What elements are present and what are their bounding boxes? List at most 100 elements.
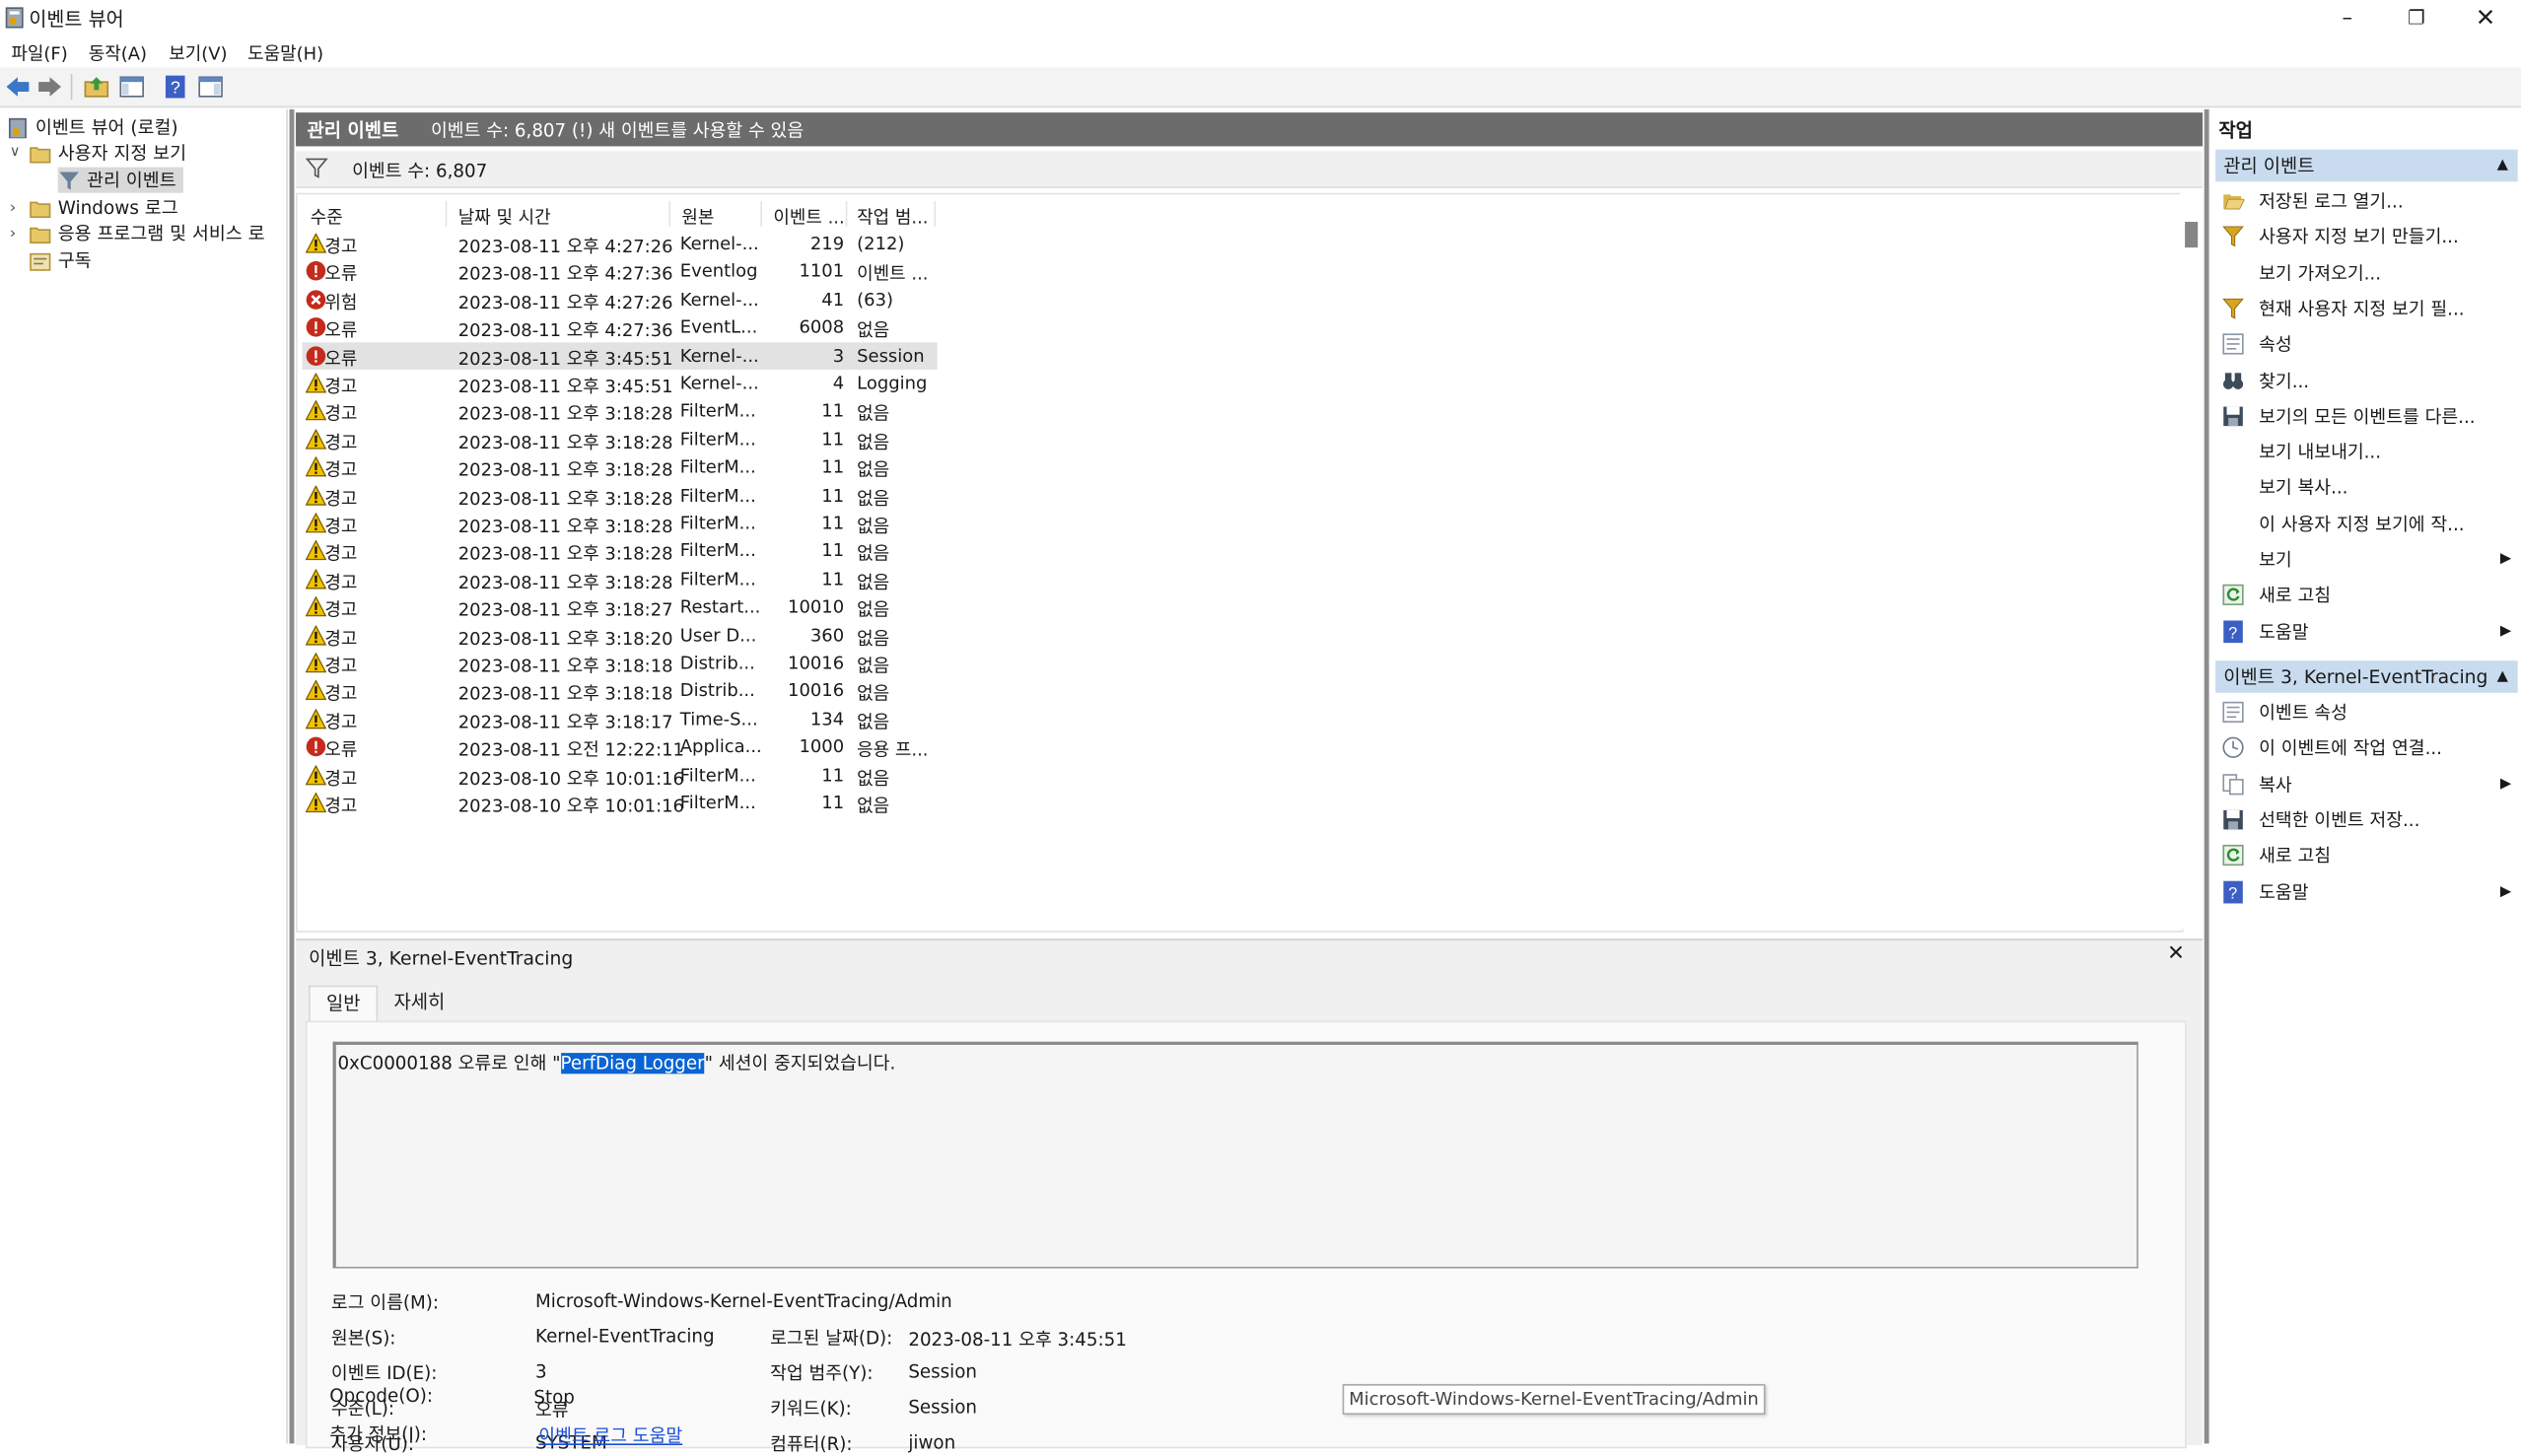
folder-up-icon [84, 77, 109, 98]
title-bar: 이벤트 뷰어 – ❐ ✕ [0, 0, 2521, 35]
action-items1-5[interactable]: 찾기... [2215, 364, 2518, 396]
table-row[interactable]: 경고 2023-08-11 오후 3:18:18 Distrib... 10016 없음 [303, 677, 938, 705]
tree-item-subscriptions[interactable]: 구독 [29, 247, 92, 273]
scrollbar-thumb[interactable] [2185, 222, 2199, 248]
column-header-level[interactable]: 수준 [311, 204, 343, 230]
show-hide-tree-button[interactable] [117, 72, 146, 101]
grid-scrollbar[interactable] [2180, 192, 2204, 930]
section-selected-event[interactable]: 이벤트 3, Kernel-EventTracing ▲ [2215, 660, 2518, 693]
table-row[interactable]: 오류 2023-08-11 오후 4:27:36 EventL... 6008 없음 [303, 313, 938, 341]
table-row[interactable]: 경고 2023-08-11 오후 3:18:28 FilterM... 11 없음 [303, 482, 938, 509]
column-header-datetime[interactable]: 날짜 및 시간 [458, 204, 551, 230]
menu-help[interactable]: 도움말(H) [247, 40, 323, 66]
tree-item-admin-events[interactable]: 관리 이벤트 [57, 167, 183, 193]
menu-file[interactable]: 파일(F) [11, 40, 67, 66]
table-row[interactable]: 오류 2023-08-11 오후 4:27:36 Eventlog 1101 이벤트 .… [303, 258, 938, 285]
table-row[interactable]: 경고 2023-08-11 오후 3:18:17 Time-S... 134 없음 [303, 706, 938, 733]
table-row[interactable]: 경고 2023-08-11 오후 3:18:28 FilterM... 11 없음 [303, 537, 938, 565]
window-title: 이벤트 뷰어 [29, 8, 124, 31]
column-header-task[interactable]: 작업 범... [857, 204, 928, 230]
chevron-right-icon: › [9, 198, 17, 217]
action-items1-3[interactable]: 현재 사용자 지정 보기 필... [2215, 293, 2518, 325]
task-value[interactable]: Session [908, 1361, 977, 1382]
help-toolbar-button[interactable]: ? [161, 72, 189, 101]
show-action-pane-button[interactable] [196, 72, 225, 101]
action-items1-0[interactable]: 저장된 로그 열기... [2215, 185, 2518, 218]
action-items2-2[interactable]: 복사 ▶ [2215, 768, 2518, 800]
action-items2-3[interactable]: 선택한 이벤트 저장... [2215, 803, 2518, 836]
action-items2-5[interactable]: ? 도움말 ▶ [2215, 875, 2518, 908]
computer-value[interactable]: jiwon [908, 1432, 955, 1453]
tree-item-windows-logs[interactable]: › Windows 로그 [10, 194, 178, 220]
action-items1-10[interactable]: 보기 ▶ [2215, 543, 2518, 576]
tab-details[interactable]: 자세히 [378, 986, 460, 1021]
back-button[interactable] [3, 72, 32, 101]
table-row[interactable]: 경고 2023-08-10 오후 10:01:16 FilterM... 11 없음 [303, 761, 938, 789]
table-row[interactable]: 경고 2023-08-11 오후 3:18:28 FilterM... 11 없음 [303, 426, 938, 453]
action-items1-1[interactable]: 사용자 지정 보기 만들기... [2215, 221, 2518, 253]
row-level: 경고 [324, 712, 358, 733]
table-row[interactable]: 경고 2023-08-11 오후 3:18:27 Restart... 10010 없음 [303, 593, 938, 621]
splitter-left[interactable] [289, 108, 295, 1444]
action-items1-7[interactable]: 보기 내보내기... [2215, 436, 2518, 468]
forward-button[interactable] [35, 72, 64, 101]
action-items1-9[interactable]: 이 사용자 지정 보기에 작... [2215, 508, 2518, 540]
row-task: Logging [857, 373, 928, 394]
table-row[interactable]: 경고 2023-08-11 오후 3:18:28 FilterM... 11 없음 [303, 566, 938, 592]
chevron-right-icon: › [9, 224, 17, 243]
filter-icon [2222, 226, 2244, 247]
row-source: FilterM... [679, 540, 756, 562]
minimize-button[interactable]: – [2312, 0, 2383, 35]
menu-view[interactable]: 보기(V) [169, 40, 227, 66]
tree-item-label: 사용자 지정 보기 [57, 143, 187, 165]
menu-action[interactable]: 동작(A) [89, 40, 147, 66]
opcode-value[interactable]: Stop [533, 1387, 574, 1408]
table-row[interactable]: 경고 2023-08-11 오후 3:45:51 Kernel-... 4 Loggin… [303, 370, 938, 397]
table-row[interactable]: 경고 2023-08-11 오후 3:18:28 FilterM... 11 없음 [303, 510, 938, 537]
action-items1-12[interactable]: ? 도움말 ▶ [2215, 615, 2518, 648]
table-row[interactable]: 경고 2023-08-11 오후 3:18:20 User D... 360 없음 [303, 621, 938, 649]
table-row[interactable]: 경고 2023-08-11 오후 3:18:28 FilterM... 11 없음 [303, 397, 938, 425]
pane-header-title: 관리 이벤트 [307, 118, 399, 142]
table-row[interactable]: 위험 2023-08-11 오후 4:27:26 Kernel-... 41 (63) [303, 286, 938, 313]
table-row[interactable]: 경고 2023-08-11 오후 3:18:18 Distrib... 10016 없음 [303, 650, 938, 677]
logged-label: 로그된 날짜(D): [770, 1327, 893, 1350]
keywords-value[interactable]: Session [908, 1397, 977, 1418]
column-header-source[interactable]: 원본 [681, 204, 714, 230]
table-row[interactable]: 경고 2023-08-10 오후 10:01:16 FilterM... 11 없음 [303, 790, 938, 817]
log-name-label: 로그 이름(M): [330, 1292, 440, 1314]
action-items2-0[interactable]: 이벤트 속성 [2215, 696, 2518, 728]
action-items2-4[interactable]: 새로 고침 [2215, 840, 2518, 872]
table-row[interactable]: 오류 2023-08-11 오전 12:22:11 Applica... 1000 응용… [303, 733, 938, 761]
close-button[interactable]: ✕ [2450, 0, 2521, 35]
tab-general[interactable]: 일반 [309, 985, 379, 1023]
event-message[interactable]: 0xC0000188 오류로 인해 "PerfDiag Logger" 세션이 … [332, 1041, 2138, 1269]
restore-button[interactable]: ❐ [2381, 0, 2452, 35]
column-header-event-id[interactable]: 이벤트 ... [773, 204, 844, 230]
splitter-right[interactable] [2204, 108, 2209, 1444]
tree-item-app-service-logs[interactable]: › 응용 프로그램 및 서비스 로 [10, 220, 265, 245]
tree-item-custom-views[interactable]: ∨ 사용자 지정 보기 [10, 140, 186, 166]
row-datetime: 2023-08-11 오후 3:18:28 [457, 543, 673, 566]
source-value[interactable]: Kernel-EventTracing [535, 1326, 715, 1347]
table-row[interactable]: 오류 2023-08-11 오후 3:45:51 Kernel-... 3 Sessio… [302, 341, 938, 370]
log-name-value[interactable]: Microsoft-Windows-Kernel-EventTracing/Ad… [535, 1290, 952, 1311]
event-id-value[interactable]: 3 [535, 1361, 547, 1382]
action-items2-1[interactable]: 이 이벤트에 작업 연결... [2215, 731, 2518, 764]
row-level: 경고 [324, 796, 358, 817]
logged-value[interactable]: 2023-08-11 오후 3:45:51 [908, 1326, 1127, 1352]
table-row[interactable]: 경고 2023-08-11 오후 3:18:28 FilterM... 11 없음 [303, 453, 938, 481]
table-row[interactable]: 경고 2023-08-11 오후 4:27:26 Kernel-... 219 (212… [303, 230, 938, 257]
close-detail-button[interactable]: ✕ [2167, 942, 2185, 966]
section-admin-events[interactable]: 관리 이벤트 ▲ [2215, 149, 2518, 182]
event-log-help-link[interactable]: 이벤트 로그 도움말 [538, 1422, 682, 1448]
action-label: 사용자 지정 보기 만들기... [2259, 227, 2459, 248]
action-items1-6[interactable]: 보기의 모든 이벤트를 다른... [2215, 400, 2518, 433]
action-items1-4[interactable]: 속성 [2215, 328, 2518, 361]
tree-item-root[interactable]: 이벤트 뷰어 (로컬) [7, 114, 178, 140]
action-items1-8[interactable]: 보기 복사... [2215, 471, 2518, 504]
action-items1-2[interactable]: 보기 가져오기... [2215, 256, 2518, 289]
action-items1-11[interactable]: 새로 고침 [2215, 580, 2518, 612]
filter-icon [305, 158, 328, 178]
up-button[interactable] [82, 72, 110, 101]
